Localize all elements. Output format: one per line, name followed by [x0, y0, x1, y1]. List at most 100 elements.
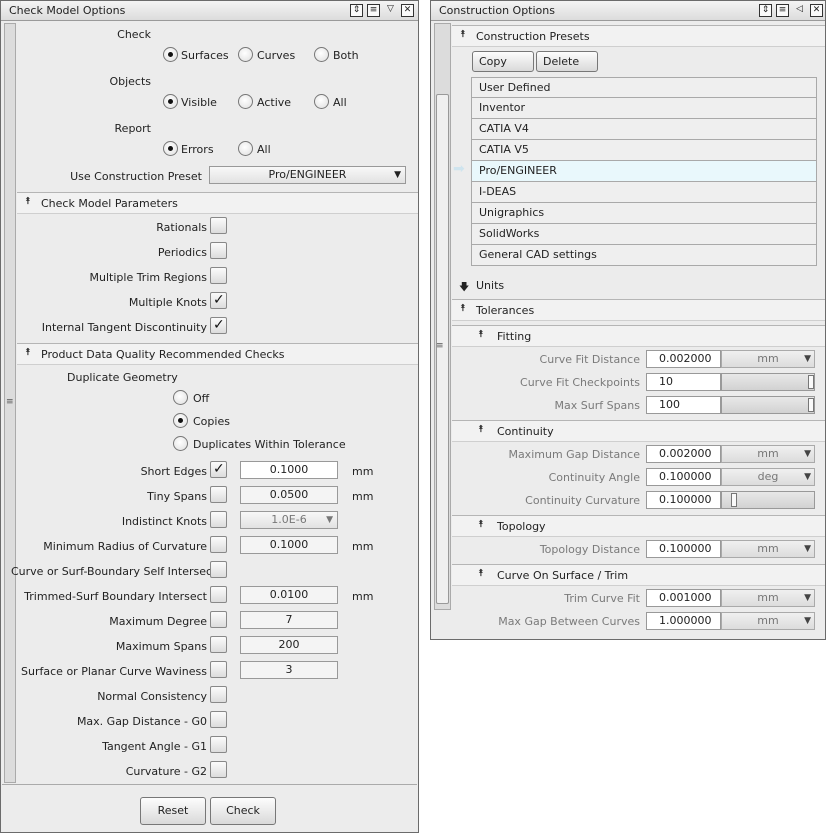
- slider-knob[interactable]: [731, 493, 737, 507]
- radio-surfaces[interactable]: [163, 47, 178, 62]
- check-checkbox[interactable]: [210, 661, 227, 678]
- check-checkbox[interactable]: [210, 486, 227, 503]
- tolerance-value-field[interactable]: 0.100000: [646, 468, 721, 486]
- tolerance-dropdown[interactable]: 1.0E-6 ▼: [240, 511, 338, 529]
- unit-dropdown[interactable]: mm ▼: [721, 350, 815, 368]
- tolerance-value-field[interactable]: 1.000000: [646, 612, 721, 630]
- unit-dropdown[interactable]: deg ▼: [721, 468, 815, 486]
- param-checkbox[interactable]: [210, 217, 227, 234]
- check-label: Curvature - G2: [125, 765, 207, 778]
- tolerance-value-field[interactable]: 0.100000: [646, 491, 721, 509]
- check-checkbox[interactable]: [210, 636, 227, 653]
- param-checkbox[interactable]: [210, 317, 227, 334]
- value-slider[interactable]: [721, 491, 815, 509]
- check-checkbox[interactable]: [210, 686, 227, 703]
- fitting-header[interactable]: ⯭ Fitting: [452, 325, 825, 347]
- curve-on-surface-header[interactable]: ⯭ Curve On Surface / Trim: [452, 564, 825, 586]
- tolerance-field[interactable]: 7: [240, 611, 338, 629]
- construction-presets-header[interactable]: ⯭ Construction Presets: [452, 25, 825, 47]
- close-icon[interactable]: ✕: [401, 4, 414, 17]
- preset-dropdown[interactable]: Pro/ENGINEER ▼: [209, 166, 406, 184]
- collapse-icon[interactable]: ◁: [793, 4, 806, 17]
- tolerance-field[interactable]: 200: [240, 636, 338, 654]
- units-header[interactable]: 🡇 Units: [452, 276, 825, 298]
- param-label: Internal Tangent Discontinuity: [41, 321, 207, 334]
- pdq-checks-header[interactable]: ⯭ Product Data Quality Recommended Check…: [17, 343, 418, 365]
- param-checkbox[interactable]: [210, 292, 227, 309]
- check-checkbox[interactable]: [210, 611, 227, 628]
- drag-handle-icon[interactable]: ≡: [436, 341, 444, 351]
- check-model-parameters-header[interactable]: ⯭ Check Model Parameters: [17, 192, 418, 214]
- preset-item[interactable]: CATIA V5: [471, 140, 817, 161]
- menu-icon[interactable]: ≡: [776, 4, 789, 17]
- radio-curves[interactable]: [238, 47, 253, 62]
- tolerance-value-field[interactable]: 10: [646, 373, 721, 391]
- check-checkbox[interactable]: [210, 461, 227, 478]
- copy-button[interactable]: Copy: [472, 51, 534, 72]
- unit-dropdown[interactable]: mm ▼: [721, 445, 815, 463]
- value-slider[interactable]: [721, 396, 815, 414]
- check-button[interactable]: Check: [210, 797, 276, 825]
- menu-icon[interactable]: ≡: [367, 4, 380, 17]
- tolerance-field[interactable]: 3: [240, 661, 338, 679]
- param-checkbox[interactable]: [210, 267, 227, 284]
- check-checkbox[interactable]: [210, 561, 227, 578]
- collapse-icon[interactable]: ▽: [384, 4, 397, 17]
- radio-all-objects-label: All: [333, 96, 347, 109]
- tolerance-value-field[interactable]: 100: [646, 396, 721, 414]
- reset-button[interactable]: Reset: [140, 797, 206, 825]
- preset-item[interactable]: Unigraphics: [471, 203, 817, 224]
- value-slider[interactable]: [721, 373, 815, 391]
- tolerance-value-field[interactable]: 0.002000: [646, 445, 721, 463]
- radio-dup-within-tolerance[interactable]: [173, 436, 188, 451]
- preset-item[interactable]: User Defined: [471, 77, 817, 98]
- preset-item[interactable]: Pro/ENGINEER: [471, 161, 817, 182]
- check-checkbox[interactable]: [210, 736, 227, 753]
- chevron-down-icon: ▼: [804, 544, 811, 554]
- slider-knob[interactable]: [808, 398, 814, 412]
- tolerances-header[interactable]: ⯭ Tolerances: [452, 299, 825, 321]
- drag-handle-icon[interactable]: ≡: [6, 397, 14, 407]
- radio-dup-off[interactable]: [173, 390, 188, 405]
- preset-item[interactable]: Inventor: [471, 98, 817, 119]
- preset-item[interactable]: I-DEAS: [471, 182, 817, 203]
- check-checkbox[interactable]: [210, 586, 227, 603]
- collapse-arrow-icon: ⯭: [478, 568, 484, 579]
- unit-dropdown[interactable]: mm ▼: [721, 589, 815, 607]
- tolerance-label: Curve Fit Checkpoints: [520, 376, 640, 389]
- preset-item[interactable]: General CAD settings: [471, 245, 817, 266]
- check-checkbox[interactable]: [210, 511, 227, 528]
- resize-icon[interactable]: ⇕: [759, 4, 772, 17]
- preset-item[interactable]: SolidWorks: [471, 224, 817, 245]
- close-icon[interactable]: ✕: [810, 4, 823, 17]
- unit-dropdown[interactable]: mm ▼: [721, 540, 815, 558]
- tolerance-field[interactable]: 0.0100: [240, 586, 338, 604]
- radio-visible[interactable]: [163, 94, 178, 109]
- slider-knob[interactable]: [808, 375, 814, 389]
- topology-header[interactable]: ⯭ Topology: [452, 515, 825, 537]
- param-checkbox[interactable]: [210, 242, 227, 259]
- check-label: Maximum Degree: [109, 615, 207, 628]
- tolerance-field[interactable]: 0.1000: [240, 461, 338, 479]
- radio-dup-copies[interactable]: [173, 413, 188, 428]
- unit-dropdown[interactable]: mm ▼: [721, 612, 815, 630]
- continuity-header[interactable]: ⯭ Continuity: [452, 420, 825, 442]
- tolerance-field[interactable]: 0.1000: [240, 536, 338, 554]
- tolerance-field[interactable]: 0.0500: [240, 486, 338, 504]
- check-checkbox[interactable]: [210, 711, 227, 728]
- tolerance-value-field[interactable]: 0.002000: [646, 350, 721, 368]
- scrollbar[interactable]: [434, 23, 451, 610]
- preset-item[interactable]: CATIA V4: [471, 119, 817, 140]
- tolerance-value-field[interactable]: 0.001000: [646, 589, 721, 607]
- delete-button[interactable]: Delete: [536, 51, 598, 72]
- resize-icon[interactable]: ⇕: [350, 4, 363, 17]
- radio-all-objects[interactable]: [314, 94, 329, 109]
- check-checkbox[interactable]: [210, 536, 227, 553]
- radio-errors[interactable]: [163, 141, 178, 156]
- radio-both[interactable]: [314, 47, 329, 62]
- check-label: Check: [117, 28, 151, 41]
- tolerance-value-field[interactable]: 0.100000: [646, 540, 721, 558]
- radio-active[interactable]: [238, 94, 253, 109]
- check-checkbox[interactable]: [210, 761, 227, 778]
- radio-all-report[interactable]: [238, 141, 253, 156]
